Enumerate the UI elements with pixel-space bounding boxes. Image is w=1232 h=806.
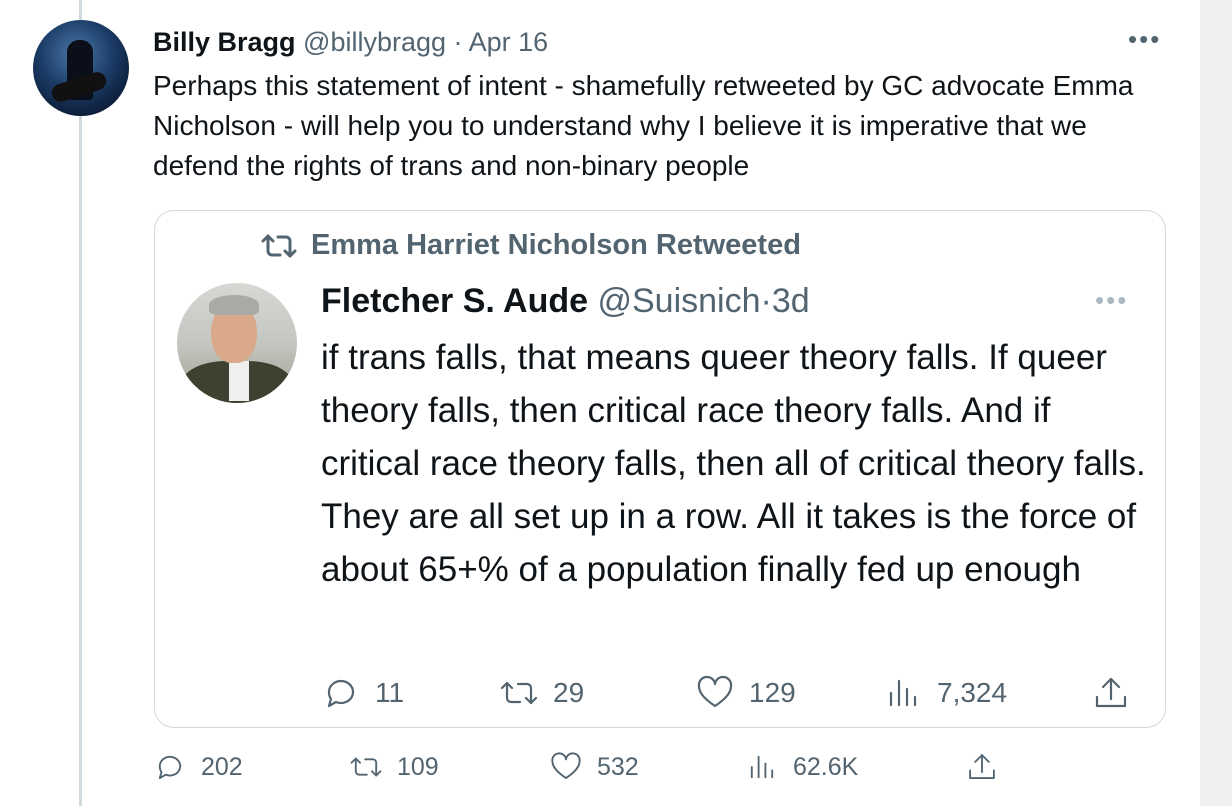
quoted-author-handle[interactable]: @Suisnich xyxy=(597,282,760,320)
retweet-count: 109 xyxy=(397,752,439,781)
quoted-date-separator: · xyxy=(760,282,772,320)
quoted-action-bar: 11 29 129 7,324 xyxy=(321,673,1141,713)
reply-button[interactable]: 202 xyxy=(153,750,243,784)
share-icon xyxy=(1095,677,1127,708)
author-avatar[interactable] xyxy=(33,20,129,116)
quoted-reply-count: 11 xyxy=(375,677,405,708)
quoted-reply-button[interactable]: 11 xyxy=(321,673,404,713)
quoted-author-avatar[interactable] xyxy=(177,283,297,403)
like-count: 532 xyxy=(597,752,639,781)
quoted-views-count: 7,324 xyxy=(937,677,1008,708)
more-options-icon[interactable]: ••• xyxy=(1128,24,1161,55)
quoted-share-button[interactable] xyxy=(1091,673,1131,713)
quoted-like-count: 129 xyxy=(749,677,796,708)
author-name[interactable]: Billy Bragg xyxy=(153,27,296,57)
share-button[interactable] xyxy=(965,750,999,784)
views-chart-icon xyxy=(750,755,774,779)
scrollbar-track[interactable] xyxy=(1200,0,1232,806)
date-separator: · xyxy=(453,27,463,57)
views-button[interactable]: 62.6K xyxy=(745,750,858,784)
tweet-action-bar: 202 109 532 62.6K xyxy=(153,750,1033,790)
retweet-icon xyxy=(350,757,382,777)
quoted-tweet-date[interactable]: 3d xyxy=(772,282,810,320)
author-handle[interactable]: @billybragg xyxy=(303,27,446,57)
views-count: 62.6K xyxy=(793,752,859,781)
share-icon xyxy=(969,754,995,779)
quoted-views-button[interactable]: 7,324 xyxy=(883,673,1007,713)
retweet-icon xyxy=(261,234,297,257)
heart-icon xyxy=(697,675,733,708)
retweeted-by-line: Emma Harriet Nicholson Retweeted xyxy=(259,229,801,262)
reply-icon xyxy=(327,679,355,708)
quoted-tweet[interactable]: Emma Harriet Nicholson Retweeted Fletche… xyxy=(154,210,1166,728)
quoted-tweet-header: Fletcher S. Aude @Suisnich·3d xyxy=(321,281,810,321)
quoted-more-options-icon[interactable]: ••• xyxy=(1095,285,1128,316)
quoted-author-name[interactable]: Fletcher S. Aude xyxy=(321,282,588,320)
heart-icon xyxy=(551,752,581,779)
reply-icon xyxy=(158,755,182,779)
quoted-like-button[interactable]: 129 xyxy=(695,673,796,713)
tweet-date[interactable]: Apr 16 xyxy=(469,27,549,57)
tweet-header: Billy Bragg @billybragg · Apr 16 xyxy=(153,26,548,58)
quoted-retweet-button[interactable]: 29 xyxy=(499,673,584,713)
views-chart-icon xyxy=(889,679,917,707)
quoted-tweet-text: if trans falls, that means queer theory … xyxy=(321,338,1146,589)
retweeted-by-label: Emma Harriet Nicholson Retweeted xyxy=(311,229,801,261)
quoted-retweet-count: 29 xyxy=(553,677,585,708)
tweet-text: Perhaps this statement of intent - shame… xyxy=(153,70,1134,181)
reply-count: 202 xyxy=(201,752,243,781)
retweet-button[interactable]: 109 xyxy=(349,750,439,784)
thread-line xyxy=(79,0,82,806)
like-button[interactable]: 532 xyxy=(549,750,639,784)
retweet-icon xyxy=(500,681,538,705)
